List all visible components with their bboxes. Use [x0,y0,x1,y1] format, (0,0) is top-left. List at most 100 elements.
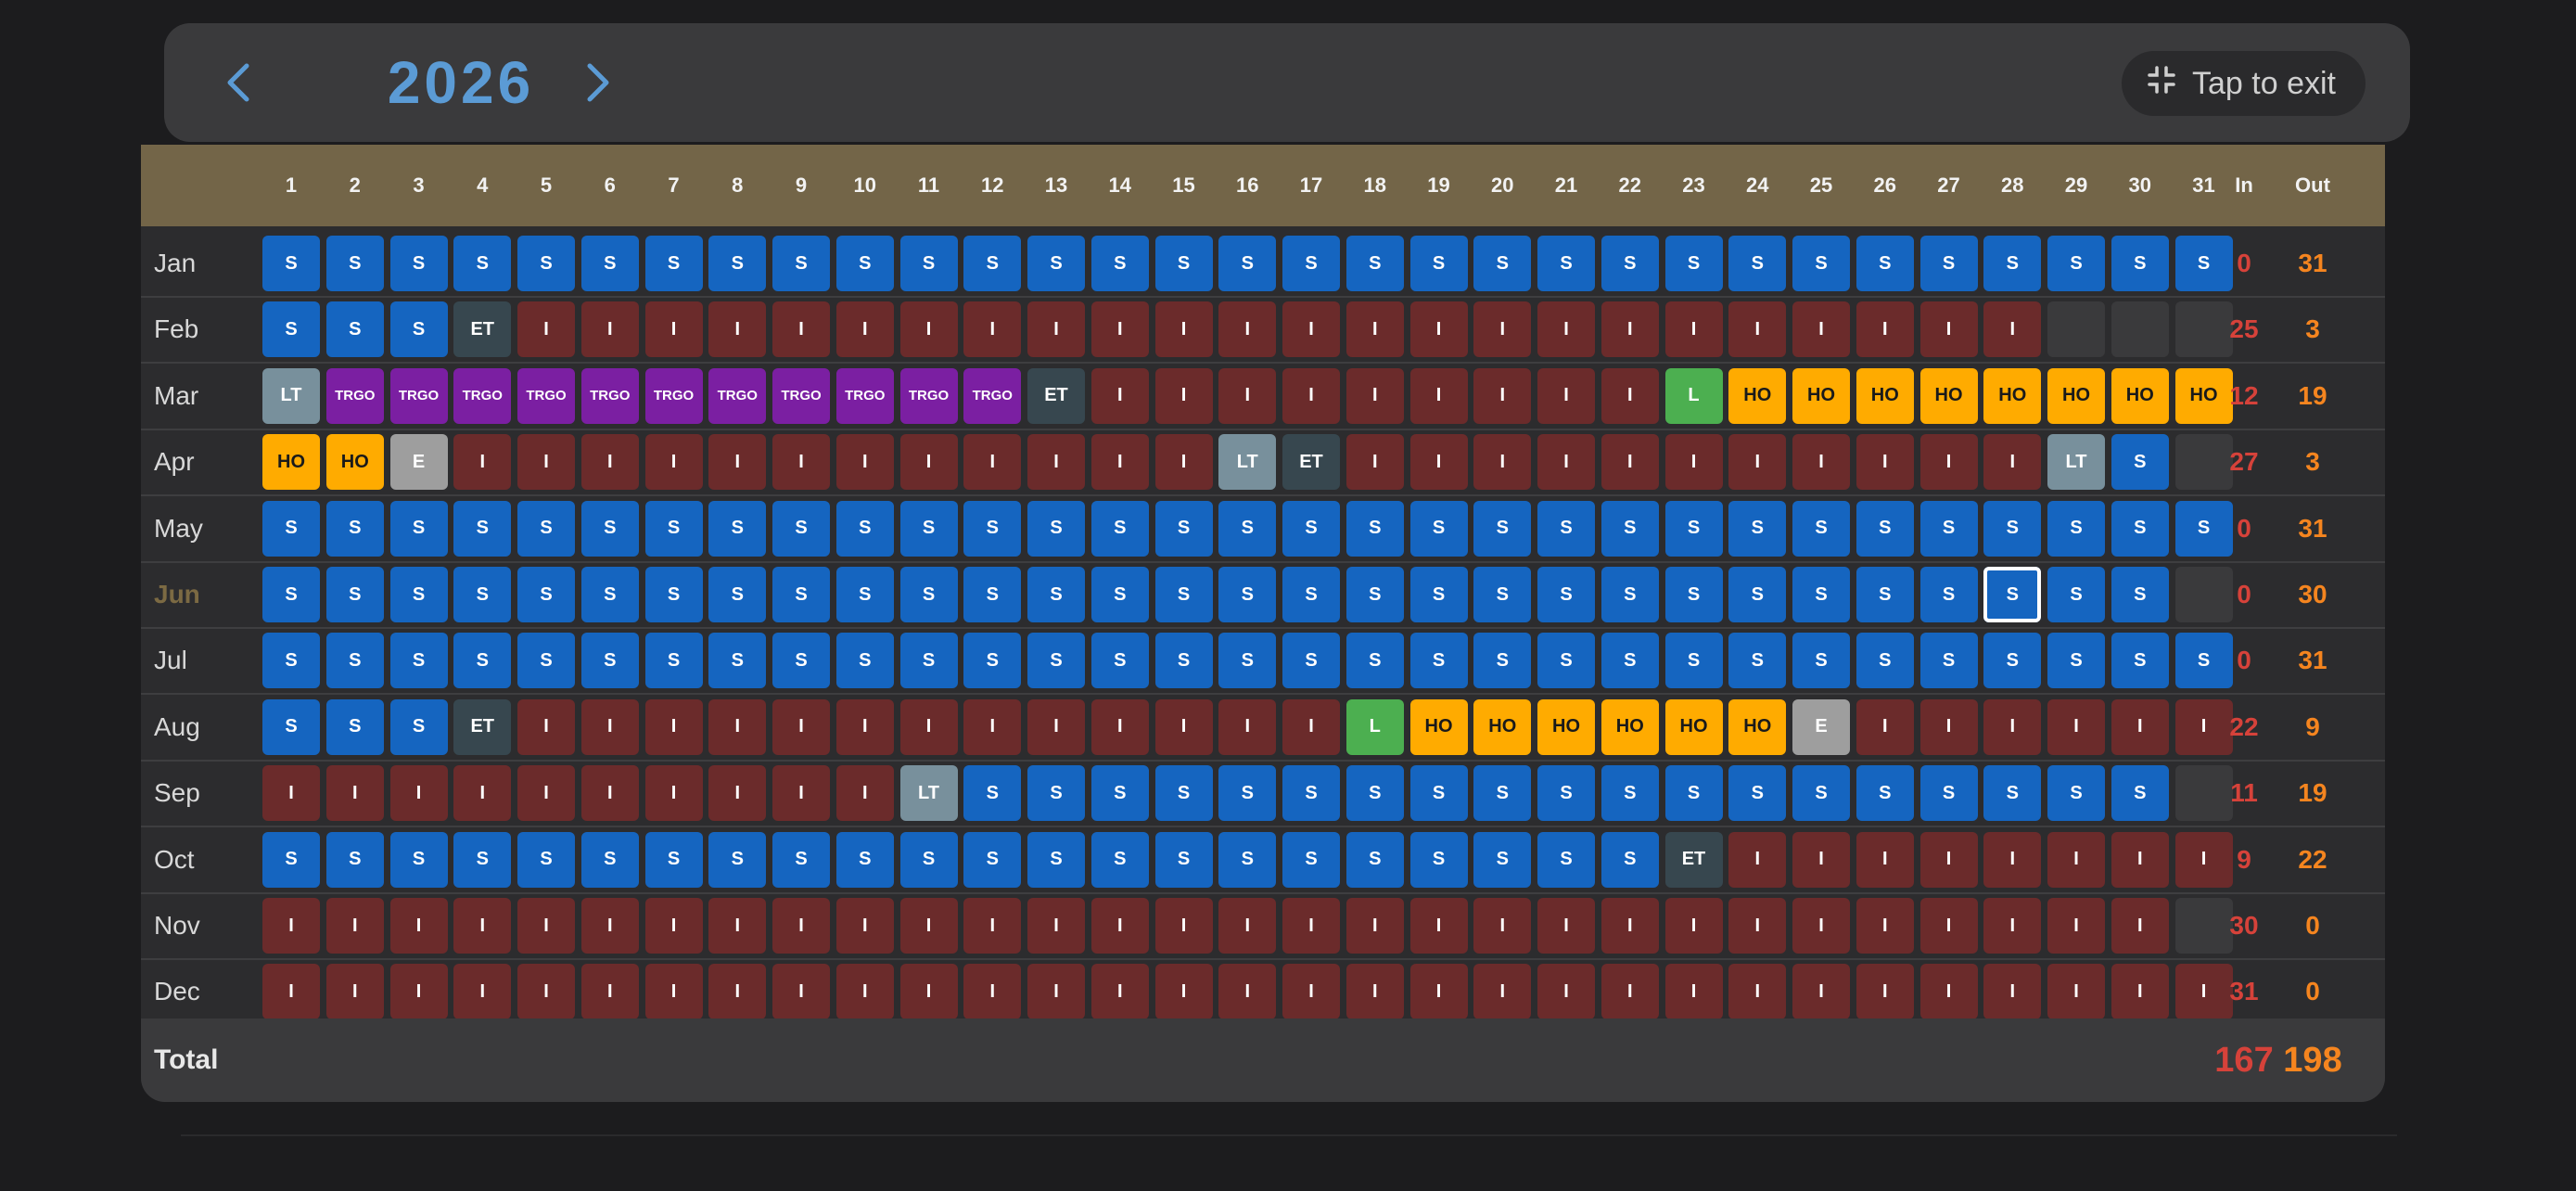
day-cell[interactable]: HO [1792,367,1850,424]
day-cell[interactable]: I [517,765,575,822]
day-cell[interactable]: S [1919,765,1978,822]
day-cell[interactable]: I [325,964,384,1020]
day-cell[interactable]: S [262,500,320,557]
day-cell[interactable]: I [1154,964,1213,1020]
day-cell[interactable]: I [1409,898,1468,954]
day-cell[interactable]: I [1919,831,1978,888]
day-cell[interactable]: S [963,236,1022,291]
day-cell[interactable]: I [772,898,830,954]
day-cell[interactable]: I [835,898,894,954]
day-cell[interactable]: S [1728,765,1787,822]
day-cell[interactable]: I [1855,898,1914,954]
day-cell[interactable]: S [1154,831,1213,888]
day-cell[interactable]: S [1218,633,1277,689]
day-cell[interactable]: LT [1218,434,1277,491]
day-cell[interactable]: I [1090,367,1149,424]
day-cell[interactable]: S [1154,567,1213,622]
day-cell[interactable]: I [517,898,575,954]
day-cell[interactable]: S [1473,567,1532,622]
day-cell[interactable]: S [1409,236,1468,291]
day-cell[interactable]: S [1792,765,1850,822]
day-cell[interactable]: I [1792,964,1850,1020]
day-cell[interactable]: HO [1855,367,1914,424]
day-cell[interactable]: I [1090,301,1149,358]
day-cell[interactable]: S [1855,500,1914,557]
day-cell[interactable]: I [1728,898,1787,954]
day-cell[interactable]: S [644,831,703,888]
day-cell[interactable]: I [1600,367,1659,424]
day-cell[interactable]: S [262,633,320,689]
day-cell[interactable]: I [1154,434,1213,491]
day-cell[interactable]: I [1983,698,2042,755]
day-cell[interactable]: S [1664,633,1723,689]
day-cell[interactable]: S [772,831,830,888]
day-cell[interactable]: S [1537,633,1595,689]
day-cell[interactable]: S [963,831,1022,888]
day-cell[interactable]: S [1664,765,1723,822]
day-cell[interactable]: I [453,964,512,1020]
day-cell[interactable]: S [325,567,384,622]
day-cell[interactable]: I [2111,698,2169,755]
day-cell[interactable]: S [835,633,894,689]
day-cell[interactable]: S [772,567,830,622]
day-cell[interactable]: S [389,698,448,755]
day-cell[interactable]: I [1792,301,1850,358]
day-cell[interactable]: I [1600,964,1659,1020]
day-cell[interactable]: I [899,434,958,491]
day-cell[interactable]: I [772,765,830,822]
day-cell[interactable]: I [389,898,448,954]
day-cell[interactable]: S [2111,500,2169,557]
day-cell[interactable]: S [453,831,512,888]
day-cell[interactable]: S [389,236,448,291]
day-cell[interactable]: S [1282,500,1340,557]
chevron-left-icon[interactable] [209,53,268,112]
day-cell[interactable]: ET [1282,434,1340,491]
day-cell[interactable]: I [1154,898,1213,954]
day-cell[interactable]: I [835,434,894,491]
day-cell[interactable]: S [2047,633,2105,689]
day-cell[interactable]: I [1983,964,2042,1020]
day-cell[interactable]: HO [1983,367,2042,424]
day-cell[interactable]: HO [1600,698,1659,755]
day-cell[interactable]: S [2047,236,2105,291]
day-cell[interactable]: S [835,236,894,291]
day-cell[interactable]: L [1345,698,1404,755]
day-cell[interactable]: S [899,633,958,689]
day-cell[interactable]: I [1218,301,1277,358]
day-cell[interactable]: I [1154,301,1213,358]
day-cell[interactable]: S [1983,765,2042,822]
day-cell[interactable]: S [2111,434,2169,491]
day-cell[interactable]: I [1282,898,1340,954]
day-cell[interactable]: S [1027,633,1085,689]
day-cell[interactable]: TRGO [453,367,512,424]
day-cell[interactable]: I [2047,698,2105,755]
day-cell[interactable]: I [1855,434,1914,491]
day-cell[interactable]: S [517,831,575,888]
day-cell[interactable]: I [1983,301,2042,358]
day-cell[interactable]: I [1792,898,1850,954]
day-cell[interactable]: S [708,567,767,622]
day-cell[interactable]: I [2111,964,2169,1020]
day-cell[interactable]: TRGO [644,367,703,424]
day-cell[interactable]: HO [1409,698,1468,755]
day-cell[interactable]: S [1090,236,1149,291]
day-cell[interactable]: S [1855,765,1914,822]
day-cell[interactable]: S [1090,831,1149,888]
day-cell[interactable]: HO [2047,367,2105,424]
day-cell[interactable]: I [1728,301,1787,358]
day-cell[interactable]: S [1345,633,1404,689]
day-cell[interactable]: S [1792,567,1850,622]
day-cell[interactable]: S [389,500,448,557]
day-cell[interactable]: S [1154,765,1213,822]
day-cell[interactable]: I [1473,964,1532,1020]
day-cell[interactable]: S [1027,567,1085,622]
day-cell[interactable]: I [1027,434,1085,491]
day-cell[interactable]: I [517,301,575,358]
day-cell[interactable]: I [580,964,639,1020]
day-cell[interactable]: S [1154,500,1213,557]
day-cell[interactable]: I [963,898,1022,954]
day-cell[interactable]: I [1218,698,1277,755]
day-cell[interactable]: I [1154,698,1213,755]
day-cell[interactable]: I [262,964,320,1020]
day-cell[interactable]: S [1537,236,1595,291]
